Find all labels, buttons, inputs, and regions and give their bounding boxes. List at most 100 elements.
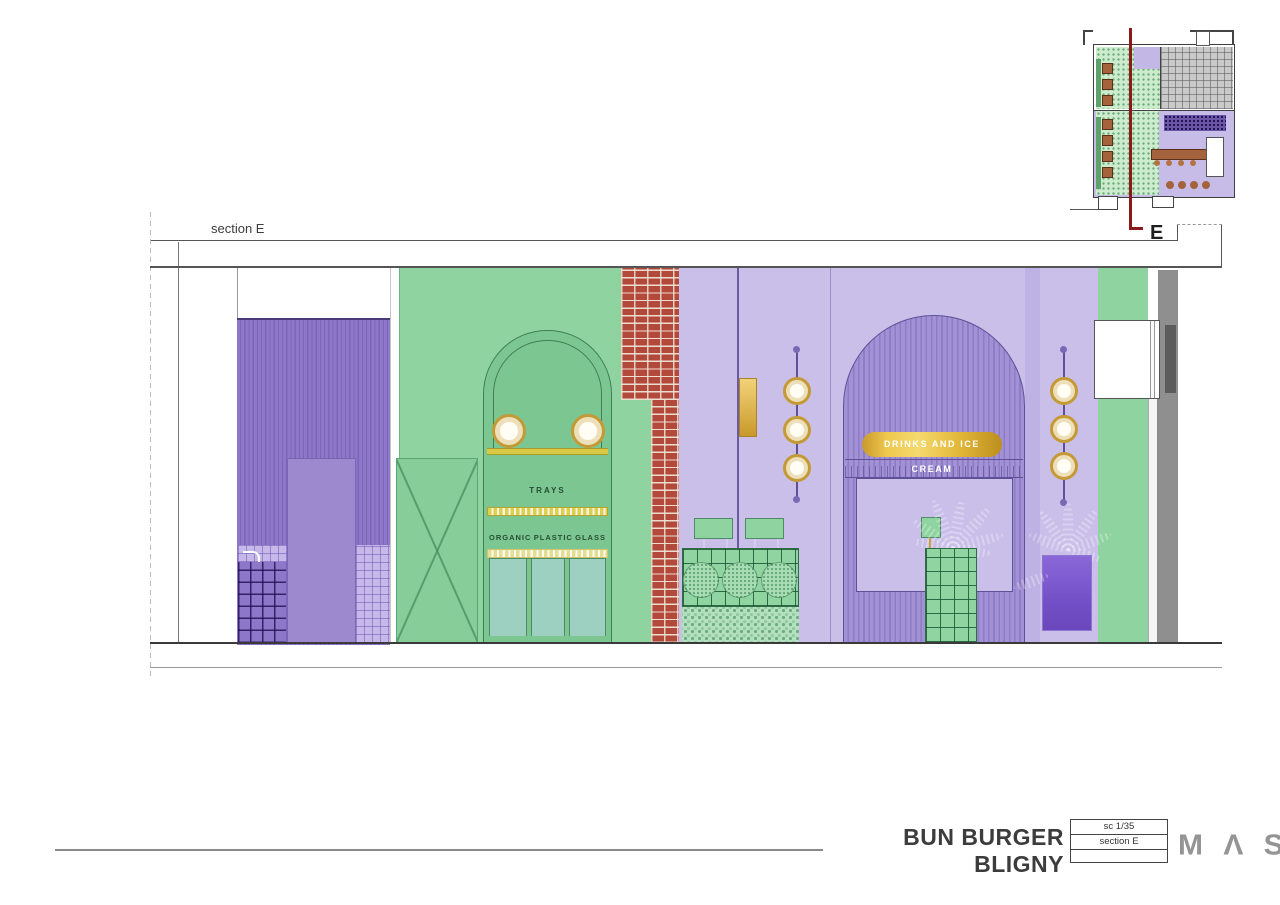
- palm-plant: [1028, 450, 1108, 562]
- door-frame-strip: [1148, 399, 1158, 643]
- plan-bench: [1096, 117, 1101, 189]
- plan-stool: [1178, 160, 1184, 166]
- bush: [761, 562, 797, 598]
- bin-label-glass: GLASS: [575, 533, 606, 542]
- plan-stool: [1166, 160, 1172, 166]
- brick-column-top: [621, 267, 679, 400]
- glass-mullion: [526, 559, 532, 637]
- floorplan-upper-room: [1093, 44, 1235, 112]
- plan-counter: [1151, 149, 1208, 160]
- elevation-top-line: [150, 266, 1222, 268]
- rod-lamp: [783, 377, 811, 405]
- plan-purple-zone: [1134, 47, 1160, 69]
- plan-wall-stub: [1152, 196, 1174, 208]
- purple-volume: [287, 458, 356, 643]
- reference-line-step: [1177, 225, 1178, 241]
- trays-label: TRAYS: [483, 486, 612, 495]
- plan-table: [1102, 119, 1113, 130]
- rod-dot: [793, 346, 800, 353]
- brick-column: [651, 400, 679, 643]
- title-underline: [55, 849, 823, 851]
- wall-joint-line: [830, 267, 831, 643]
- lamp-bulb: [1057, 384, 1071, 398]
- bush: [683, 562, 719, 598]
- plan-section-marker: E: [1150, 222, 1163, 245]
- bush: [722, 562, 758, 598]
- plan-chair: [1202, 181, 1210, 189]
- plan-wall-stub: [1083, 30, 1085, 45]
- tile-band: [487, 549, 608, 558]
- plan-bench-table: [1206, 137, 1224, 177]
- floorplan-lower-room: [1093, 110, 1235, 198]
- lamp-bulb: [1057, 422, 1071, 436]
- plan-wall-stub: [1196, 31, 1210, 46]
- rod-dot: [793, 496, 800, 503]
- glass-panels: [489, 558, 606, 638]
- studio-logo: M Λ S: [1178, 830, 1280, 862]
- faucet: [243, 551, 260, 562]
- drawing-sheet: E section E TRAYS ORGANIC PLASTIC GLASS: [0, 0, 1280, 905]
- reference-line: [150, 240, 1177, 241]
- plan-banquette: [1164, 115, 1226, 131]
- plan-wall-stub: [1070, 209, 1098, 210]
- section-label: section E: [211, 221, 264, 236]
- bin-label-plastic: PLASTIC: [534, 533, 573, 542]
- purple-planter: [1042, 555, 1092, 631]
- titleblock-empty-row: [1071, 850, 1167, 863]
- plan-table: [1102, 63, 1113, 74]
- pebble-bed: [682, 607, 799, 643]
- yellow-stripe: [487, 448, 608, 455]
- gray-wall-dark: [1165, 325, 1176, 393]
- bin-label-organic: ORGANIC: [489, 533, 531, 542]
- glass-mullion: [564, 559, 570, 637]
- wall-edge-line: [237, 267, 238, 318]
- plan-table: [1102, 135, 1113, 146]
- palm-plant: [905, 455, 1000, 560]
- plan-wall-stub: [1232, 30, 1234, 45]
- side-tiles: [356, 545, 390, 643]
- plan-table: [1102, 95, 1113, 106]
- lamp-bulb: [790, 423, 804, 437]
- rod-lamp: [1050, 415, 1078, 443]
- lamp-bulb: [790, 461, 804, 475]
- titleblock-scale: sc 1/35: [1071, 820, 1167, 835]
- reference-line-dashed: [1177, 224, 1222, 225]
- gold-wall-sign: [739, 378, 757, 437]
- rod-lamp: [783, 416, 811, 444]
- drinks-sign: DRINKS AND ICE CREAM: [862, 432, 1002, 457]
- green-table: [694, 518, 733, 539]
- lamp-bulb: [579, 422, 596, 439]
- grid-line-dashed: [150, 212, 151, 676]
- gap-line: [390, 267, 391, 643]
- plan-table: [1102, 151, 1113, 162]
- project-title: BUN BURGER BLIGNY: [822, 824, 1064, 878]
- plan-wall-stub: [1083, 30, 1093, 32]
- window-frame: [1150, 321, 1155, 398]
- section-cut-line-foot: [1129, 227, 1143, 230]
- plan-table: [1102, 79, 1113, 90]
- rod-lamp: [783, 454, 811, 482]
- plan-wall-stub: [1098, 196, 1118, 210]
- lamp-bulb: [790, 384, 804, 398]
- plan-chair: [1190, 181, 1198, 189]
- arch-lamp: [492, 414, 526, 448]
- rod-dot: [1060, 346, 1067, 353]
- tile-band: [487, 507, 608, 516]
- plan-bench: [1096, 59, 1101, 107]
- bin-labels: ORGANIC PLASTIC GLASS: [483, 533, 612, 542]
- green-table: [745, 518, 784, 539]
- plan-stool: [1154, 160, 1160, 166]
- section-cut-line: [1129, 28, 1132, 229]
- lamp-bulb: [500, 422, 517, 439]
- tiled-counter: [238, 562, 286, 643]
- plan-stool: [1190, 160, 1196, 166]
- plan-table: [1102, 167, 1113, 178]
- plan-kitchen-grid: [1160, 47, 1233, 109]
- rod-lamp: [1050, 377, 1078, 405]
- arch-lamp: [571, 414, 605, 448]
- palm-planter-column: [925, 548, 977, 643]
- titleblock-table: sc 1/35 section E: [1070, 819, 1168, 863]
- floor-line: [150, 642, 1222, 644]
- left-wall-line: [178, 242, 179, 643]
- plan-chair: [1178, 181, 1186, 189]
